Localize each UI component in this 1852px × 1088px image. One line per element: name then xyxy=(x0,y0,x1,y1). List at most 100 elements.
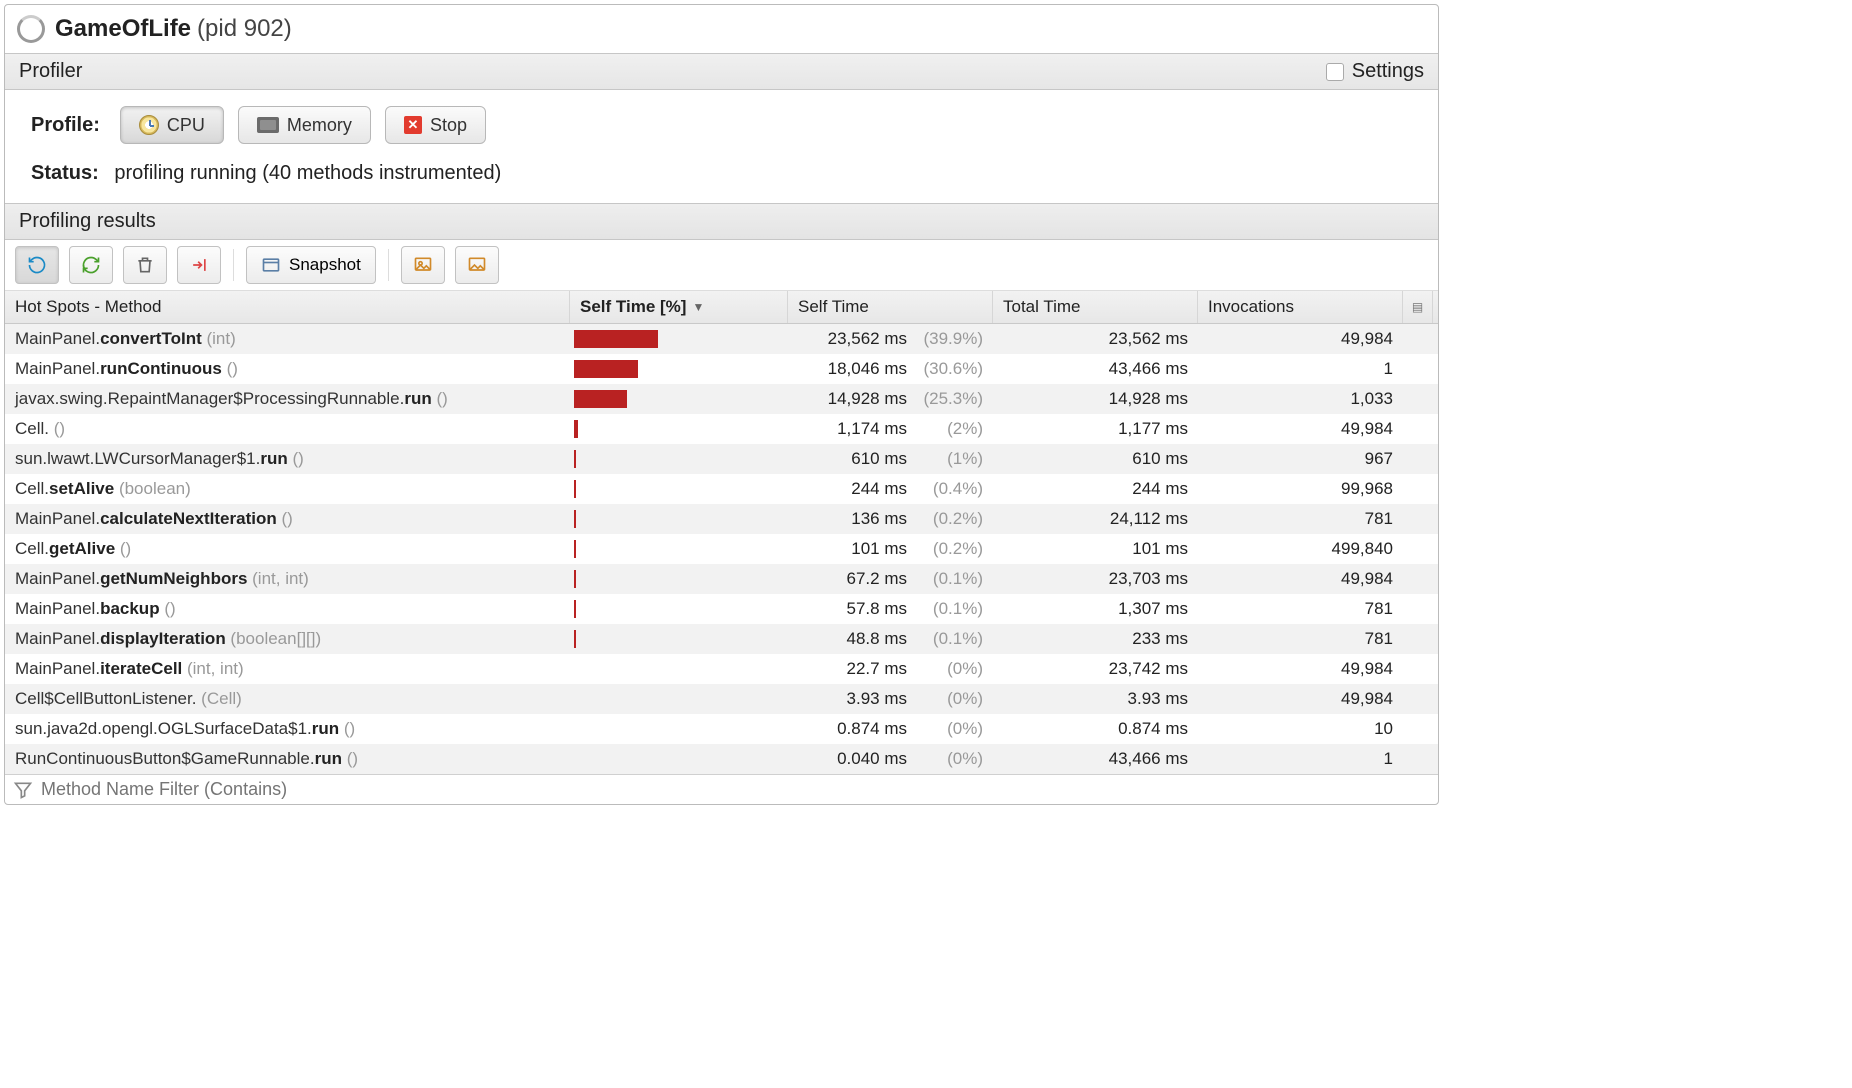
table-row[interactable]: MainPanel.convertToInt (int)23,562 ms(39… xyxy=(5,324,1438,354)
method-class: Cell. xyxy=(15,419,49,438)
self-time-cell: 3.93 ms(0%) xyxy=(788,689,993,709)
method-name: runContinuous xyxy=(100,359,222,378)
settings-checkbox[interactable] xyxy=(1326,63,1344,81)
table-row[interactable]: sun.java2d.opengl.OGLSurfaceData$1.run (… xyxy=(5,714,1438,744)
clock-icon xyxy=(139,115,159,135)
memory-button[interactable]: Memory xyxy=(238,106,371,144)
col-total-time[interactable]: Total Time xyxy=(993,291,1198,323)
export-icon xyxy=(189,255,209,275)
snapshot-button[interactable]: Snapshot xyxy=(246,246,376,284)
method-name: run xyxy=(315,749,342,768)
self-pct-cell xyxy=(570,386,788,412)
refresh-button[interactable] xyxy=(69,246,113,284)
self-pct-bar xyxy=(574,600,576,618)
self-time-cell: 610 ms(1%) xyxy=(788,449,993,469)
table-row[interactable]: Cell$CellButtonListener. (Cell) 3.93 ms(0… xyxy=(5,684,1438,714)
method-args: () xyxy=(49,419,65,438)
cpu-button[interactable]: CPU xyxy=(120,106,224,144)
update-icon xyxy=(27,255,47,275)
thread-dump-button[interactable] xyxy=(401,246,445,284)
table-row[interactable]: sun.lwawt.LWCursorManager$1.run ()610 ms… xyxy=(5,444,1438,474)
self-time-cell: 244 ms(0.4%) xyxy=(788,479,993,499)
status-row: Status: profiling running (40 methods in… xyxy=(5,152,1438,203)
method-args: (int, int) xyxy=(182,659,243,678)
invocations-cell: 49,984 xyxy=(1198,659,1403,679)
method-class: Cell$CellButtonListener. xyxy=(15,689,196,708)
export-button[interactable] xyxy=(177,246,221,284)
table-row[interactable]: Cell.getAlive ()101 ms(0.2%)101 ms499,84… xyxy=(5,534,1438,564)
live-update-button[interactable] xyxy=(15,246,59,284)
clear-button[interactable] xyxy=(123,246,167,284)
funnel-icon xyxy=(13,780,33,800)
method-cell: Cell$CellButtonListener. (Cell) xyxy=(5,689,570,709)
invocations-cell: 1 xyxy=(1198,359,1403,379)
toolbar-separator-2 xyxy=(388,249,389,281)
self-time-cell: 57.8 ms(0.1%) xyxy=(788,599,993,619)
col-invocations[interactable]: Invocations xyxy=(1198,291,1403,323)
table-row[interactable]: MainPanel.calculateNextIteration ()136 m… xyxy=(5,504,1438,534)
heap-dump-button[interactable] xyxy=(455,246,499,284)
self-time-value: 14,928 ms xyxy=(797,389,907,409)
self-time-value: 67.2 ms xyxy=(797,569,907,589)
invocations-cell: 781 xyxy=(1198,629,1403,649)
self-time-pct: (1%) xyxy=(913,449,983,469)
self-time-pct: (0.1%) xyxy=(913,629,983,649)
self-time-pct: (0.2%) xyxy=(913,509,983,529)
method-args: () xyxy=(277,509,293,528)
cpu-button-label: CPU xyxy=(167,115,205,136)
table-header: Hot Spots - Method Self Time [%]▼ Self T… xyxy=(5,291,1438,324)
self-time-pct: (25.3%) xyxy=(913,389,983,409)
self-time-cell: 101 ms(0.2%) xyxy=(788,539,993,559)
self-time-value: 1,174 ms xyxy=(797,419,907,439)
total-time-cell: 101 ms xyxy=(993,539,1198,559)
table-row[interactable]: Cell. ()1,174 ms(2%)1,177 ms49,984 xyxy=(5,414,1438,444)
table-row[interactable]: MainPanel.backup ()57.8 ms(0.1%)1,307 ms… xyxy=(5,594,1438,624)
method-cell: javax.swing.RepaintManager$ProcessingRun… xyxy=(5,389,570,409)
self-time-value: 244 ms xyxy=(797,479,907,499)
table-row[interactable]: javax.swing.RepaintManager$ProcessingRun… xyxy=(5,384,1438,414)
title-bar: GameOfLife (pid 902) xyxy=(5,5,1438,53)
self-pct-bar xyxy=(574,450,576,468)
self-pct-cell xyxy=(570,326,788,352)
table-row[interactable]: RunContinuousButton$GameRunnable.run ()0… xyxy=(5,744,1438,774)
tab-settings[interactable]: Settings xyxy=(1352,60,1424,83)
total-time-cell: 610 ms xyxy=(993,449,1198,469)
total-time-cell: 23,742 ms xyxy=(993,659,1198,679)
col-self-pct[interactable]: Self Time [%]▼ xyxy=(570,291,788,323)
self-time-cell: 67.2 ms(0.1%) xyxy=(788,569,993,589)
self-time-pct: (0.1%) xyxy=(913,599,983,619)
method-name: setAlive xyxy=(49,479,114,498)
method-args: () xyxy=(432,389,448,408)
method-class: MainPanel. xyxy=(15,359,100,378)
method-name: iterateCell xyxy=(100,659,182,678)
spinner-icon xyxy=(17,15,45,43)
self-pct-bar xyxy=(574,630,576,648)
method-filter-input[interactable] xyxy=(41,779,1430,800)
col-self-time[interactable]: Self Time xyxy=(788,291,993,323)
refresh-icon xyxy=(81,255,101,275)
self-time-value: 22.7 ms xyxy=(797,659,907,679)
table-row[interactable]: MainPanel.runContinuous ()18,046 ms(30.6… xyxy=(5,354,1438,384)
self-time-value: 136 ms xyxy=(797,509,907,529)
invocations-cell: 781 xyxy=(1198,509,1403,529)
table-row[interactable]: Cell.setAlive (boolean)244 ms(0.4%)244 m… xyxy=(5,474,1438,504)
table-row[interactable]: MainPanel.iterateCell (int, int) 22.7 ms (… xyxy=(5,654,1438,684)
table-row[interactable]: MainPanel.getNumNeighbors (int, int)67.2… xyxy=(5,564,1438,594)
table-row[interactable]: MainPanel.displayIteration (boolean[][])… xyxy=(5,624,1438,654)
tab-profiler[interactable]: Profiler xyxy=(19,60,82,83)
stop-button[interactable]: ✕ Stop xyxy=(385,106,486,144)
method-name: displayIteration xyxy=(100,629,226,648)
total-time-cell: 14,928 ms xyxy=(993,389,1198,409)
app-title: GameOfLife xyxy=(55,15,191,43)
col-config[interactable]: ▤ xyxy=(1403,291,1433,323)
method-cell: MainPanel.iterateCell (int, int) xyxy=(5,659,570,679)
self-pct-bar xyxy=(574,480,576,498)
toolbar-separator xyxy=(233,249,234,281)
invocations-cell: 1,033 xyxy=(1198,389,1403,409)
method-class: RunContinuousButton$GameRunnable. xyxy=(15,749,315,768)
col-method[interactable]: Hot Spots - Method xyxy=(5,291,570,323)
method-cell: MainPanel.convertToInt (int) xyxy=(5,329,570,349)
self-pct-cell xyxy=(570,416,788,442)
self-time-cell: 0.040 ms(0%) xyxy=(788,749,993,769)
total-time-cell: 24,112 ms xyxy=(993,509,1198,529)
